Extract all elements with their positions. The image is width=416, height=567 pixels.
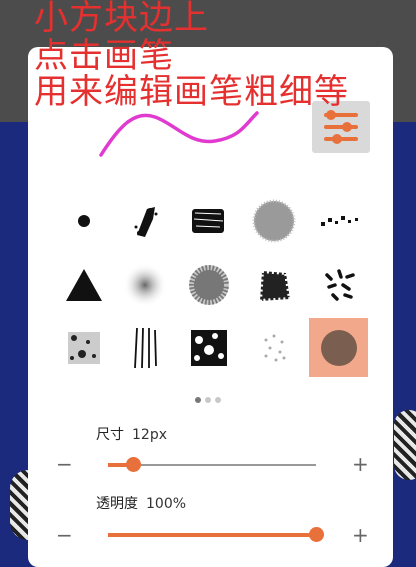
annotation-line-2: 点击画笔	[34, 36, 174, 76]
brush-charcoal-block[interactable]	[180, 193, 238, 249]
opacity-decrease-button[interactable]: −	[56, 525, 73, 545]
brush-scatter-dashes[interactable]	[310, 257, 368, 313]
charcoal-block-icon	[192, 209, 224, 233]
soft-airbrush-icon	[123, 263, 167, 307]
scatter-squares-icon	[321, 216, 358, 226]
speckle-circle-icon	[187, 263, 231, 307]
rough-texture-icon	[257, 268, 293, 304]
brush-soft-airbrush[interactable]	[116, 257, 174, 313]
brush-noise-circle[interactable]	[245, 193, 303, 249]
size-decrease-button[interactable]: −	[56, 454, 73, 474]
chalk-stroke-icon	[134, 207, 158, 237]
bristle-lines-icon	[134, 327, 157, 369]
size-slider-track[interactable]	[108, 457, 316, 472]
brush-scatter-squares[interactable]	[310, 193, 368, 249]
page-dot-2[interactable]	[205, 397, 211, 403]
opacity-slider-track[interactable]	[108, 527, 324, 542]
brush-rough-texture[interactable]	[245, 257, 303, 313]
annotation-line-1: 小方块边上	[34, 0, 209, 38]
size-label: 尺寸 12px	[96, 427, 167, 443]
brush-splatter-block[interactable]	[180, 320, 238, 376]
round-dot-icon	[78, 215, 90, 227]
brush-selected-circle[interactable]	[309, 318, 368, 377]
brush-dark-triangle[interactable]	[55, 257, 113, 313]
opacity-slider-fill	[108, 533, 316, 537]
size-increase-button[interactable]: +	[352, 454, 369, 474]
opacity-label: 透明度 100%	[96, 496, 187, 512]
annotation-line-3: 用来编辑画笔粗细等	[34, 72, 349, 112]
brush-grunge-square[interactable]	[55, 320, 113, 376]
grunge-square-icon	[68, 332, 100, 364]
background-artwork-right	[394, 410, 416, 480]
selected-circle-icon	[320, 329, 357, 366]
brush-round-dot[interactable]	[55, 193, 113, 249]
triangle-texture-icon	[66, 269, 102, 301]
noise-circle-icon	[252, 199, 296, 243]
opacity-slider-thumb[interactable]	[309, 527, 324, 542]
page-indicator	[195, 397, 221, 403]
size-slider-thumb[interactable]	[125, 457, 141, 472]
brush-chalk-stroke[interactable]	[116, 193, 174, 249]
handwritten-squiggle	[99, 111, 259, 157]
opacity-increase-button[interactable]: +	[352, 525, 369, 545]
brush-speckle-circle[interactable]	[180, 257, 238, 313]
splatter-block-icon	[191, 330, 227, 366]
page-dot-1[interactable]	[195, 397, 201, 403]
scatter-dashes-icon	[325, 269, 355, 301]
page-dot-3[interactable]	[215, 397, 221, 403]
brush-bristle-lines[interactable]	[116, 320, 174, 376]
brush-faint-dots[interactable]	[245, 320, 303, 376]
faint-dots-icon	[264, 334, 286, 362]
